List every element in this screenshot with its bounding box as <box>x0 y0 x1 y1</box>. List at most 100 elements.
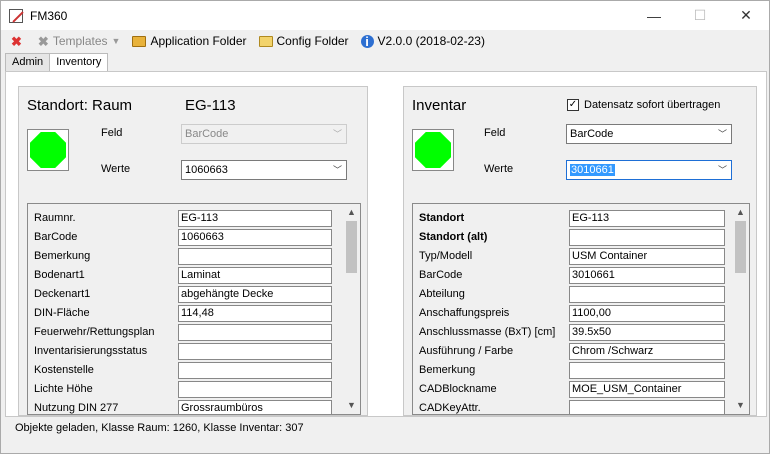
row-value[interactable]: USM Container <box>569 248 725 265</box>
table-row[interactable]: DIN-Fläche 114,48 <box>28 305 336 323</box>
table-row[interactable]: Raumnr. EG-113 <box>28 210 336 228</box>
table-row[interactable]: Nutzung DIN 277 Grossraumbüros <box>28 400 336 414</box>
location-property-grid[interactable]: Raumnr. EG-113 BarCode 1060663 Bemerkung Bode… <box>27 203 361 415</box>
scroll-up-icon[interactable]: ▲ <box>343 204 360 221</box>
status-text: Objekte geladen, Klasse Raum: 1260, Klas… <box>15 422 304 434</box>
table-row[interactable]: Ausführung / Farbe Chrom /Schwarz <box>413 343 729 361</box>
table-row[interactable]: Abteilung <box>413 286 729 304</box>
row-value[interactable]: 39.5x50 <box>569 324 725 341</box>
row-value[interactable] <box>178 343 332 360</box>
table-row[interactable]: Inventarisierungsstatus <box>28 343 336 361</box>
maximize-button[interactable]: ☐ <box>677 1 723 30</box>
scroll-down-icon[interactable]: ▼ <box>732 397 749 414</box>
chevron-down-icon: ﹀ <box>717 165 727 175</box>
table-row[interactable]: Anschaffungspreis 1100,00 <box>413 305 729 323</box>
row-key: DIN-Fläche <box>34 307 90 319</box>
table-row[interactable]: BarCode 3010661 <box>413 267 729 285</box>
inventory-feld-label: Feld <box>484 127 506 139</box>
location-feld-label: Feld <box>101 127 123 139</box>
tab-admin[interactable]: Admin <box>5 53 51 71</box>
scrollbar-thumb[interactable] <box>346 221 357 273</box>
window-controls: — ☐ ✕ <box>631 1 769 30</box>
row-key: Kostenstelle <box>34 364 94 376</box>
chevron-down-icon: ﹀ <box>332 129 342 139</box>
tools-icon: ✖ <box>37 33 49 49</box>
row-value[interactable] <box>569 229 725 246</box>
row-value[interactable] <box>178 324 332 341</box>
row-value[interactable]: 3010661 <box>569 267 725 284</box>
table-row[interactable]: Bemerkung <box>28 248 336 266</box>
row-key: BarCode <box>419 269 463 281</box>
row-value[interactable]: EG-113 <box>569 210 725 227</box>
row-value[interactable] <box>178 248 332 265</box>
scroll-up-icon[interactable]: ▲ <box>732 204 749 221</box>
templates-button[interactable]: ✖ Templates ▼ <box>38 34 121 48</box>
table-row[interactable]: Feuerwehr/Rettungsplan <box>28 324 336 342</box>
table-row[interactable]: Lichte Höhe <box>28 381 336 399</box>
scroll-down-icon[interactable]: ▼ <box>343 397 360 414</box>
sofort-label: Datensatz sofort übertragen <box>584 99 721 111</box>
row-key: Inventarisierungsstatus <box>34 345 148 357</box>
table-row[interactable]: CADKeyAttr. <box>413 400 729 414</box>
table-row[interactable]: Kostenstelle <box>28 362 336 380</box>
row-value[interactable]: 114,48 <box>178 305 332 322</box>
location-status-indicator <box>27 129 69 171</box>
table-row[interactable]: Bodenart1 Laminat <box>28 267 336 285</box>
info-icon: i <box>360 34 374 48</box>
application-folder-button[interactable]: Application Folder <box>132 34 247 48</box>
row-value[interactable]: abgehängte Decke <box>178 286 332 303</box>
location-werte-combo[interactable]: 1060663 ﹀ <box>181 160 347 180</box>
config-folder-label: Config Folder <box>276 34 349 48</box>
row-key: Standort (alt) <box>419 231 488 243</box>
row-key: CADKeyAttr. <box>419 402 481 414</box>
row-value[interactable] <box>569 362 725 379</box>
version-info-button[interactable]: i V2.0.0 (2018-02-23) <box>360 34 485 48</box>
location-feld-select[interactable]: BarCode ﹀ <box>181 124 347 144</box>
app-logo-icon <box>9 8 23 23</box>
location-grid-scrollbar[interactable]: ▲ ▼ <box>343 204 360 414</box>
row-value[interactable]: Grossraumbüros <box>178 400 332 414</box>
table-row[interactable]: Standort (alt) <box>413 229 729 247</box>
scrollbar-thumb[interactable] <box>735 221 746 273</box>
table-row[interactable]: Deckenart1 abgehängte Decke <box>28 286 336 304</box>
row-key: Bodenart1 <box>34 269 85 281</box>
row-value[interactable] <box>178 381 332 398</box>
table-row[interactable]: Typ/Modell USM Container <box>413 248 729 266</box>
row-value[interactable] <box>569 400 725 414</box>
inventory-werte-combo[interactable]: 3010661 ﹀ <box>566 160 732 180</box>
tab-strip: Admin Inventory <box>5 53 109 72</box>
inventory-werte-label: Werte <box>484 163 514 175</box>
table-row[interactable]: BarCode 1060663 <box>28 229 336 247</box>
row-key: Anschlussmasse (BxT) [cm] <box>419 326 556 338</box>
row-key: Anschaffungspreis <box>419 307 510 319</box>
config-folder-button[interactable]: Config Folder <box>258 34 349 48</box>
room-id: EG-113 <box>185 97 236 114</box>
row-value[interactable]: MOE_USM_Container <box>569 381 725 398</box>
row-value[interactable]: EG-113 <box>178 210 332 227</box>
config-folder-icon <box>258 35 273 47</box>
sofort-checkbox[interactable]: ✓ <box>567 99 579 111</box>
table-row[interactable]: Anschlussmasse (BxT) [cm] 39.5x50 <box>413 324 729 342</box>
inventory-panel: Inventar ✓ Datensatz sofort übertragen F… <box>403 86 757 416</box>
row-key: Bemerkung <box>34 250 91 262</box>
inventory-property-grid[interactable]: Standort EG-113 Standort (alt) Typ/Modell US… <box>412 203 750 415</box>
row-value[interactable]: 1100,00 <box>569 305 725 322</box>
delete-button[interactable]: ✖ <box>11 35 26 48</box>
row-value[interactable] <box>178 362 332 379</box>
row-value[interactable]: 1060663 <box>178 229 332 246</box>
table-row[interactable]: Standort EG-113 <box>413 210 729 228</box>
minimize-button[interactable]: — <box>631 1 677 30</box>
folder-icon <box>132 35 147 47</box>
row-key: Typ/Modell <box>419 250 473 262</box>
tab-inventory[interactable]: Inventory <box>49 53 109 72</box>
row-value[interactable] <box>569 286 725 303</box>
inventory-grid-scrollbar[interactable]: ▲ ▼ <box>732 204 749 414</box>
table-row[interactable]: Bemerkung <box>413 362 729 380</box>
inventory-feld-select[interactable]: BarCode ﹀ <box>566 124 732 144</box>
close-button[interactable]: ✕ <box>723 1 769 30</box>
row-value[interactable]: Laminat <box>178 267 332 284</box>
templates-label: Templates <box>52 34 108 48</box>
table-row[interactable]: CADBlockname MOE_USM_Container <box>413 381 729 399</box>
row-value[interactable]: Chrom /Schwarz <box>569 343 725 360</box>
red-x-icon: ✖ <box>11 33 22 49</box>
